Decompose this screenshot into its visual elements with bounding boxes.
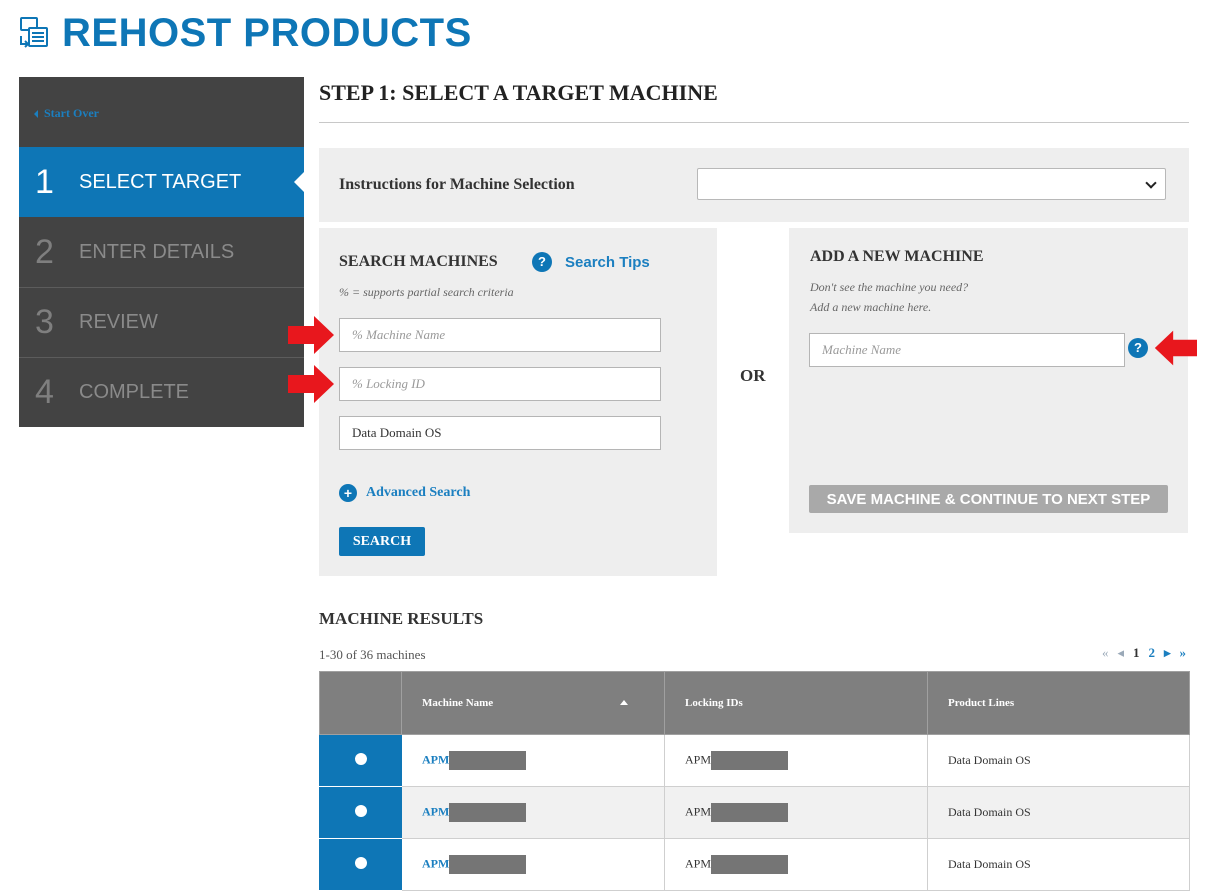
redaction-box (711, 803, 789, 822)
plus-circle-icon: + (339, 484, 357, 502)
pagination: « ◂ 1 2 ▸ » (1093, 645, 1186, 661)
start-over-link[interactable]: Start Over (34, 106, 99, 121)
redaction-box (449, 751, 527, 770)
machine-name-link[interactable]: APM (422, 752, 449, 766)
machine-name-cell: APM (401, 838, 665, 891)
red-arrow-right-icon (288, 316, 334, 354)
search-machines-heading: SEARCH MACHINES (339, 253, 498, 270)
radio-dot-icon (354, 856, 367, 869)
table-row: APM APM Data Domain OS (319, 734, 1190, 787)
select-column-header (319, 671, 402, 735)
page-2-button[interactable]: 2 (1148, 645, 1155, 661)
advanced-search-link[interactable]: + Advanced Search (339, 484, 470, 502)
row-select-radio[interactable] (319, 734, 402, 787)
page-title: REHOST PRODUCTS (62, 10, 472, 55)
red-arrow-right-icon (288, 365, 334, 403)
column-label: Locking IDs (685, 697, 743, 709)
page-1-button[interactable]: 1 (1133, 645, 1140, 661)
table-header-row: Machine Name Locking IDs Product Lines (319, 671, 1190, 735)
search-tips-link[interactable]: Search Tips (565, 254, 650, 271)
chevron-down-icon (1145, 177, 1157, 189)
radio-dot-icon (354, 752, 367, 765)
step-enter-details[interactable]: 2 ENTER DETAILS (19, 217, 304, 287)
redaction-box (711, 855, 789, 874)
redaction-box (449, 803, 527, 822)
step-complete[interactable]: 4 COMPLETE (19, 357, 304, 427)
machine-name-cell: APM (401, 734, 665, 787)
column-header-locking-ids[interactable]: Locking IDs (664, 671, 928, 735)
row-select-radio[interactable] (319, 786, 402, 839)
step-review[interactable]: 3 REVIEW (19, 287, 304, 357)
advanced-search-label: Advanced Search (366, 485, 471, 500)
results-count: 1-30 of 36 machines (319, 647, 426, 662)
search-machines-panel: SEARCH MACHINES ? Search Tips % = suppor… (319, 228, 717, 576)
redaction-box (449, 855, 527, 874)
add-machine-hint-line2: Add a new machine here. (810, 300, 932, 314)
column-label: Machine Name (422, 697, 494, 709)
step-number: 3 (35, 302, 54, 341)
save-machine-continue-button[interactable]: SAVE MACHINE & CONTINUE TO NEXT STEP (809, 485, 1168, 513)
locking-id-value: APM (685, 804, 712, 819)
title-divider (319, 122, 1189, 123)
machine-name-link[interactable]: APM (422, 804, 449, 818)
instructions-label: Instructions for Machine Selection (339, 176, 575, 193)
start-over-label: Start Over (44, 106, 99, 120)
add-machine-hint-line1: Don't see the machine you need? (810, 280, 969, 294)
row-select-radio[interactable] (319, 838, 402, 891)
step-number: 2 (35, 232, 54, 271)
redaction-box (711, 751, 789, 770)
page-header: REHOST PRODUCTS (18, 8, 472, 58)
locking-id-cell: APM (664, 786, 928, 839)
column-header-machine-name[interactable]: Machine Name (401, 671, 665, 735)
last-page-button[interactable]: » (1180, 645, 1187, 661)
add-machine-panel: ADD A NEW MACHINE Don't see the machine … (789, 228, 1188, 533)
active-step-notch (294, 172, 304, 192)
step-label: ENTER DETAILS (79, 240, 235, 263)
next-page-button[interactable]: ▸ (1164, 645, 1171, 661)
column-label: Product Lines (948, 697, 1015, 709)
step-label: REVIEW (79, 310, 158, 333)
step-label: SELECT TARGET (79, 170, 242, 193)
search-hint: % = supports partial search criteria (339, 285, 514, 299)
locking-id-cell: APM (664, 838, 928, 891)
caret-left-icon (34, 109, 38, 118)
machine-name-search-input[interactable] (339, 318, 661, 352)
step-number: 1 (35, 162, 54, 201)
step-label: COMPLETE (79, 380, 190, 403)
step-number: 4 (35, 372, 54, 411)
help-icon[interactable]: ? (1128, 338, 1148, 358)
previous-page-button[interactable]: ◂ (1117, 645, 1124, 661)
product-line-input[interactable] (339, 416, 661, 450)
product-line-cell: Data Domain OS (927, 786, 1190, 839)
product-line-cell: Data Domain OS (927, 734, 1190, 787)
new-machine-name-input[interactable] (809, 333, 1125, 367)
locking-id-cell: APM (664, 734, 928, 787)
sort-ascending-icon[interactable] (620, 700, 628, 705)
locking-id-search-input[interactable] (339, 367, 661, 401)
step-select-target[interactable]: 1 SELECT TARGET (19, 147, 304, 217)
machine-name-cell: APM (401, 786, 665, 839)
machine-name-link[interactable]: APM (422, 856, 449, 870)
search-button[interactable]: SEARCH (339, 527, 425, 556)
rehost-products-icon (20, 17, 48, 48)
step-title: STEP 1: SELECT A TARGET MACHINE (319, 80, 718, 105)
machine-results-table: Machine Name Locking IDs Product Lines A… (319, 671, 1190, 891)
product-line-cell: Data Domain OS (927, 838, 1190, 891)
help-icon[interactable]: ? (532, 252, 552, 272)
machine-results-heading: MACHINE RESULTS (319, 609, 484, 628)
or-separator: OR (740, 366, 766, 385)
column-header-product-lines[interactable]: Product Lines (927, 671, 1190, 735)
add-machine-heading: ADD A NEW MACHINE (810, 248, 984, 265)
instructions-panel: Instructions for Machine Selection (319, 148, 1189, 222)
instructions-select[interactable] (697, 168, 1166, 200)
table-row: APM APM Data Domain OS (319, 838, 1190, 891)
locking-id-value: APM (685, 856, 712, 871)
radio-dot-icon (354, 804, 367, 817)
wizard-sidebar: Start Over 1 SELECT TARGET 2 ENTER DETAI… (19, 77, 304, 427)
first-page-button[interactable]: « (1102, 645, 1109, 661)
locking-id-value: APM (685, 752, 712, 767)
red-arrow-left-icon (1154, 330, 1197, 366)
table-row: APM APM Data Domain OS (319, 786, 1190, 839)
